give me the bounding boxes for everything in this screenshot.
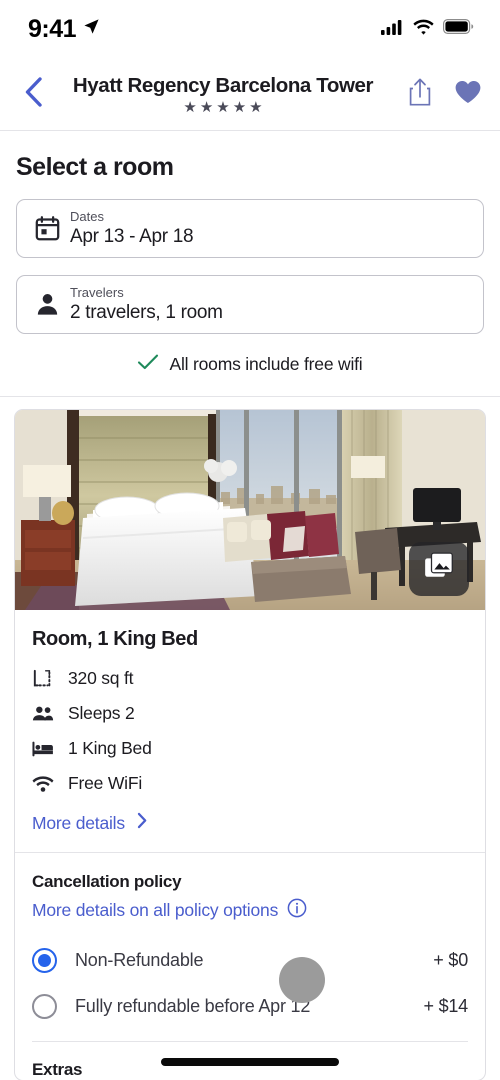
person-icon: [34, 291, 66, 318]
status-time: 9:41: [28, 14, 77, 43]
star-icon: ★: [199, 98, 214, 116]
heart-filled-icon: [454, 79, 482, 110]
area-icon: [32, 669, 54, 689]
policy-option-label: Fully refundable before Apr 12: [75, 995, 311, 1016]
back-button[interactable]: [16, 76, 50, 113]
free-wifi-text: All rooms include free wifi: [169, 354, 363, 374]
section-divider: [0, 396, 500, 397]
travelers-label: Travelers: [70, 284, 124, 300]
dates-field[interactable]: Dates Apr 13 - Apr 18: [16, 199, 484, 258]
gallery-button[interactable]: [409, 542, 469, 596]
dates-value: Apr 13 - Apr 18: [70, 226, 194, 248]
cellular-bars-icon: [381, 19, 404, 40]
travelers-text: Travelers 2 travelers, 1 room: [70, 284, 223, 325]
more-details-label: More details: [32, 812, 125, 833]
location-arrow-icon: [83, 18, 100, 40]
cancellation-policy-title: Cancellation policy: [32, 872, 182, 891]
info-circle-icon[interactable]: [287, 898, 307, 923]
travelers-field[interactable]: Travelers 2 travelers, 1 room: [16, 275, 484, 334]
chevron-right-icon: [137, 812, 148, 834]
star-icon: ★: [216, 98, 230, 116]
nav-actions: [396, 77, 482, 112]
amenity-sleeps: Sleeps 2: [32, 696, 468, 731]
amenity-area: 320 sq ft: [32, 661, 468, 696]
dates-label: Dates: [70, 208, 104, 224]
battery-full-icon: [443, 19, 474, 39]
share-button[interactable]: [408, 77, 432, 112]
policy-options-link[interactable]: More details on all policy options: [32, 898, 468, 923]
travelers-value: 2 travelers, 1 room: [70, 302, 223, 324]
policy-option-price: + $14: [423, 995, 468, 1016]
amenity-label: Free WiFi: [68, 773, 143, 793]
status-bar-right: [381, 19, 474, 40]
calendar-icon: [34, 215, 66, 242]
wifi-icon: [32, 775, 54, 793]
room-card: Room, 1 King Bed 320 sq ft Sleeps 2 1 Ki…: [14, 409, 486, 1080]
home-indicator: [161, 1058, 339, 1066]
main-content: Select a room Dates Apr 13 - Apr 18 Trav…: [0, 153, 500, 1080]
navigation-bar: Hyatt Regency Barcelona Tower ★ ★ ★ ★ ★: [0, 58, 500, 130]
amenities-list: 320 sq ft Sleeps 2 1 King Bed Free WiFi: [32, 661, 468, 801]
policy-option-non-refundable[interactable]: Non-Refundable + $0: [32, 937, 468, 983]
bed-icon: [32, 739, 54, 759]
wifi-icon: [413, 19, 434, 40]
amenity-wifi: Free WiFi: [32, 766, 468, 801]
nav-title-block: Hyatt Regency Barcelona Tower ★ ★ ★ ★ ★: [50, 74, 396, 115]
radio-fully-refundable[interactable]: [32, 993, 57, 1019]
star-rating: ★ ★ ★ ★ ★: [183, 100, 262, 115]
photo-library-icon: [424, 552, 454, 587]
phone-screen: 9:41 Hyatt Regency Barcelona Tower ★ ★ ★…: [0, 0, 500, 1080]
amenity-label: 1 King Bed: [68, 738, 152, 758]
page-title: Hyatt Regency Barcelona Tower: [72, 73, 374, 97]
policy-options-link-label: More details on all policy options: [32, 900, 279, 920]
star-icon: ★: [249, 98, 263, 116]
star-icon: ★: [183, 98, 197, 116]
check-icon: [137, 353, 159, 376]
amenity-label: Sleeps 2: [68, 703, 135, 723]
cancellation-policy-section: Cancellation policy More details on all …: [15, 853, 485, 1042]
section-heading: Select a room: [16, 153, 174, 181]
status-bar: 9:41: [0, 0, 500, 58]
free-wifi-note: All rooms include free wifi: [0, 353, 500, 376]
room-title: Room, 1 King Bed: [32, 628, 198, 650]
amenity-bed: 1 King Bed: [32, 731, 468, 766]
room-card-body: Room, 1 King Bed 320 sq ft Sleeps 2 1 Ki…: [15, 610, 485, 852]
policy-option-label: Non-Refundable: [75, 949, 204, 970]
dates-text: Dates Apr 13 - Apr 18: [70, 208, 194, 249]
policy-option-price: + $0: [433, 949, 468, 970]
people-icon: [32, 704, 54, 724]
radio-non-refundable[interactable]: [32, 947, 57, 973]
policy-options-list: Non-Refundable + $0 Fully refundable bef…: [32, 937, 468, 1029]
amenity-label: 320 sq ft: [68, 668, 134, 688]
star-icon: ★: [232, 98, 247, 116]
nav-divider: [0, 130, 500, 131]
share-icon: [408, 77, 432, 112]
favorite-button[interactable]: [454, 79, 482, 110]
room-photo[interactable]: [15, 410, 485, 610]
policy-option-fully-refundable[interactable]: Fully refundable before Apr 12 + $14: [32, 983, 468, 1029]
chevron-left-icon: [22, 76, 44, 113]
status-bar-left: 9:41: [28, 15, 100, 44]
more-details-link[interactable]: More details: [32, 812, 468, 852]
